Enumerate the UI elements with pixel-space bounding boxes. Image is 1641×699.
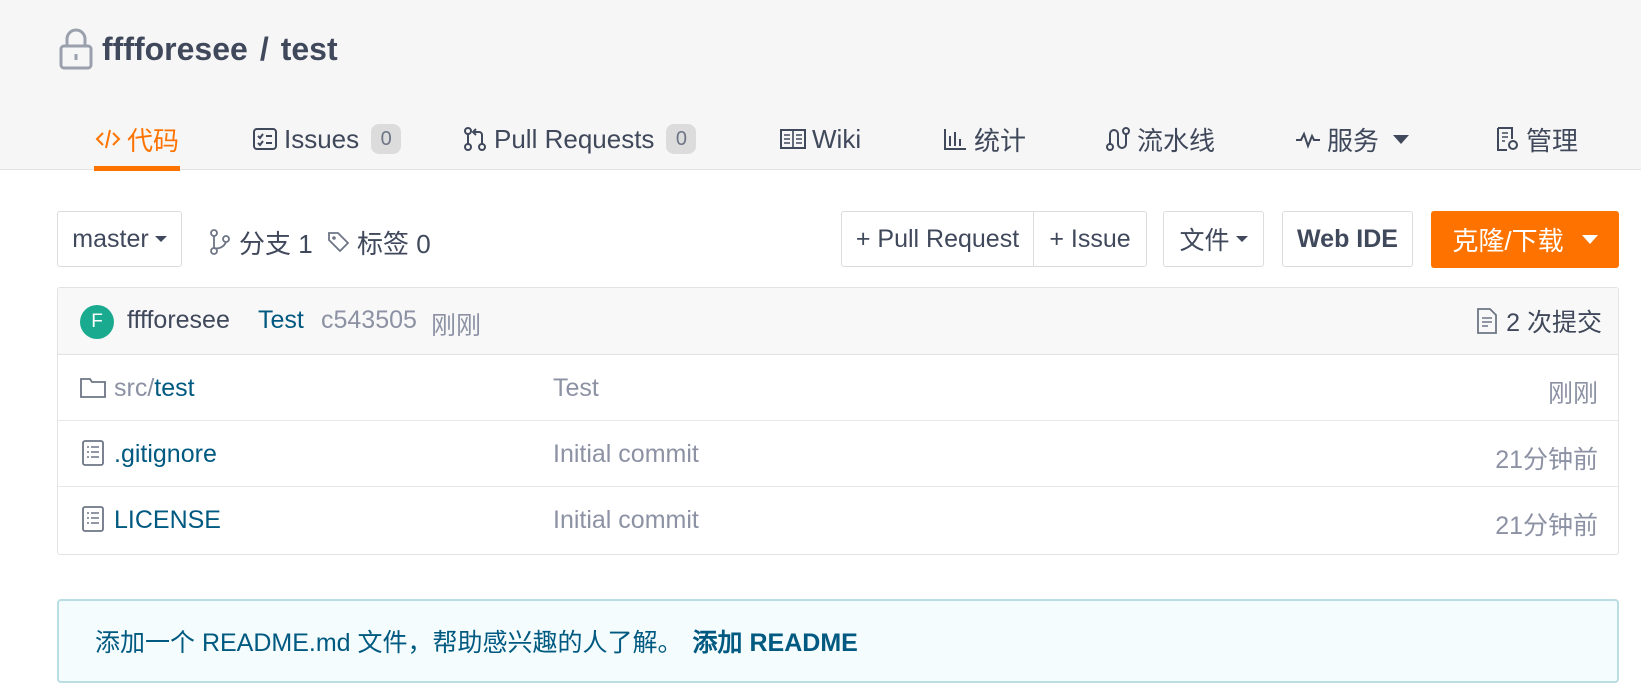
repo-nav-tabs: 代码 Issues 0 Pull Requests 0 Wiki 统计 流水线 … xyxy=(57,108,1617,171)
table-row[interactable]: LICENSE Initial commit 21分钟前 xyxy=(58,487,1618,553)
web-ide-button[interactable]: Web IDE xyxy=(1282,211,1413,267)
file-menu-button[interactable]: 文件 xyxy=(1163,211,1264,267)
new-pr-issue-group: + Pull Request + Issue xyxy=(841,211,1147,267)
code-icon xyxy=(95,129,121,149)
tab-pull-requests-label: Pull Requests xyxy=(494,123,655,154)
tab-services[interactable]: 服务 xyxy=(1295,108,1410,170)
repo-title-separator: / xyxy=(259,30,269,67)
file-name: LICENSE xyxy=(114,506,221,534)
file-caret-down-icon xyxy=(1235,236,1248,242)
tab-stats[interactable]: 统计 xyxy=(942,108,1026,170)
tag-icon xyxy=(328,232,349,253)
tab-issues[interactable]: Issues 0 xyxy=(252,108,402,170)
commit-count-label: 2 次提交 xyxy=(1506,309,1602,337)
tab-pipeline[interactable]: 流水线 xyxy=(1105,108,1215,170)
repo-header: fffforesee / test 代码 Issues 0 Pull Reque… xyxy=(0,0,1641,171)
tab-code-label: 代码 xyxy=(127,125,180,156)
issues-count-badge: 0 xyxy=(371,124,402,154)
settings-doc-icon xyxy=(1497,127,1518,151)
file-name: test xyxy=(154,374,195,402)
readme-banner: 添加一个 README.md 文件，帮助感兴趣的人了解。 添加 README xyxy=(57,599,1619,683)
branches-link[interactable]: 分支 1 xyxy=(209,214,313,270)
commit-sha-link[interactable]: c543505 xyxy=(321,306,417,335)
file-commit-message-link[interactable]: Initial commit xyxy=(553,440,699,469)
tab-stats-label: 统计 xyxy=(974,125,1027,156)
branch-select-value: master xyxy=(72,224,149,253)
pull-requests-count-badge: 0 xyxy=(666,124,697,154)
branch-select-dropdown[interactable]: master xyxy=(57,211,182,267)
table-row[interactable]: .gitignore Initial commit 21分钟前 xyxy=(58,421,1618,487)
clone-download-button[interactable]: 克隆/下载 xyxy=(1431,211,1619,268)
commit-author-link[interactable]: fffforesee xyxy=(127,306,230,335)
pull-request-icon xyxy=(464,127,486,151)
new-issue-button[interactable]: + Issue xyxy=(1034,212,1146,266)
repo-name-link[interactable]: test xyxy=(281,31,338,68)
file-name-link[interactable]: .gitignore xyxy=(114,440,217,469)
file-commit-time: 21分钟前 xyxy=(1495,512,1598,540)
folder-icon xyxy=(80,378,106,398)
commit-message-link[interactable]: Test xyxy=(258,306,304,335)
wiki-book-icon xyxy=(780,129,806,149)
commit-time: 刚刚 xyxy=(431,312,482,340)
avatar[interactable]: F xyxy=(80,305,114,339)
tab-admin[interactable]: 管理 xyxy=(1494,108,1578,170)
file-commit-message-link[interactable]: Test xyxy=(553,374,599,403)
file-list-box: F fffforesee Test c543505 刚刚 2 次提交 src/t… xyxy=(57,287,1619,555)
issues-icon xyxy=(253,128,277,150)
file-name: .gitignore xyxy=(114,440,217,468)
file-name-link[interactable]: src/test xyxy=(114,374,195,403)
readme-banner-text: 添加一个 README.md 文件，帮助感兴趣的人了解。 xyxy=(95,629,683,657)
commits-icon xyxy=(1477,308,1498,334)
branch-caret-down-icon xyxy=(154,236,167,242)
tab-admin-label: 管理 xyxy=(1526,125,1579,156)
tab-services-label: 服务 xyxy=(1327,125,1380,156)
tab-pull-requests[interactable]: Pull Requests 0 xyxy=(462,108,697,170)
tags-link[interactable]: 标签 0 xyxy=(327,214,431,270)
add-readme-link[interactable]: 添加 README xyxy=(693,623,858,659)
file-commit-message-link[interactable]: Initial commit xyxy=(553,506,699,535)
tab-issues-label: Issues xyxy=(284,123,360,154)
table-row[interactable]: src/test Test 刚刚 xyxy=(58,355,1618,421)
repo-owner-link[interactable]: fffforesee xyxy=(102,31,248,68)
file-doc-icon xyxy=(82,506,104,532)
file-menu-label: 文件 xyxy=(1179,227,1230,255)
file-commit-time: 刚刚 xyxy=(1547,380,1598,408)
branch-icon xyxy=(210,229,230,255)
tab-pipeline-label: 流水线 xyxy=(1137,125,1216,156)
clone-caret-down-icon xyxy=(1581,235,1598,244)
branches-label: 分支 1 xyxy=(239,228,313,259)
clone-download-label: 克隆/下载 xyxy=(1452,226,1564,256)
file-doc-icon xyxy=(82,440,104,466)
repo-title: fffforesee / test xyxy=(58,26,338,72)
lock-icon xyxy=(59,28,93,70)
tab-wiki[interactable]: Wiki xyxy=(780,108,861,170)
new-pull-request-button[interactable]: + Pull Request xyxy=(842,212,1034,266)
pipeline-icon xyxy=(1106,127,1130,151)
pulse-icon xyxy=(1296,131,1320,149)
file-name-link[interactable]: LICENSE xyxy=(114,506,221,535)
tab-code[interactable]: 代码 xyxy=(93,108,181,171)
latest-commit-bar: F fffforesee Test c543505 刚刚 2 次提交 xyxy=(58,288,1618,355)
tab-wiki-label: Wiki xyxy=(812,123,862,154)
file-dir-prefix: src/ xyxy=(114,374,155,402)
tags-label: 标签 0 xyxy=(357,228,431,259)
bar-chart-icon xyxy=(944,129,966,150)
services-caret-down-icon xyxy=(1393,134,1410,144)
commit-count-link[interactable]: 2 次提交 xyxy=(1476,304,1602,338)
file-commit-time: 21分钟前 xyxy=(1495,446,1598,474)
